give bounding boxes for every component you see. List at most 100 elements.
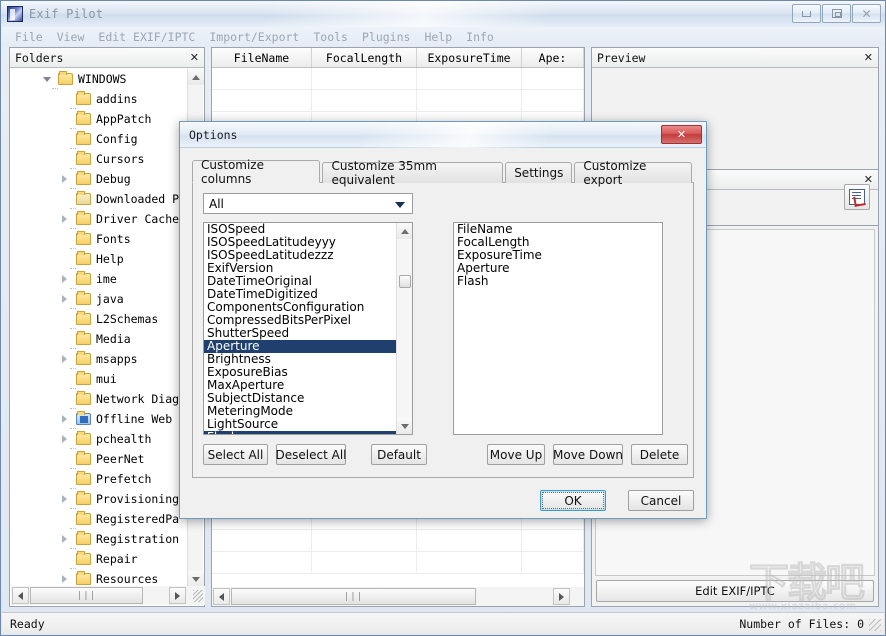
folder-tree-item[interactable]: WINDOWS [11, 69, 188, 89]
file-list-row[interactable] [212, 552, 584, 574]
tab-customize-columns[interactable]: Customize columns [192, 160, 320, 183]
window-resize-grip[interactable] [869, 619, 881, 631]
move-down-button[interactable]: Move Down [553, 444, 623, 465]
folder-tree-item[interactable]: RegisteredPa [11, 509, 188, 529]
delete-button[interactable]: Delete [631, 444, 688, 465]
folder-tree-item[interactable]: Fonts [11, 229, 188, 249]
folder-tree-item[interactable]: Downloaded P [11, 189, 188, 209]
folder-tree-item[interactable]: Config [11, 129, 188, 149]
cancel-button[interactable]: Cancel [628, 490, 694, 511]
folder-tree-item[interactable]: Offline Web [11, 409, 188, 429]
file-list-column-header[interactable]: FileName [212, 48, 312, 67]
available-scroll-down-icon[interactable] [397, 418, 413, 434]
folder-tree-item[interactable]: Resources [11, 569, 188, 587]
menu-item-info[interactable]: Info [459, 28, 501, 46]
menu-item-tools[interactable]: Tools [306, 28, 355, 46]
minimize-button[interactable] [792, 4, 821, 23]
folders-panel-close-icon[interactable]: ✕ [190, 51, 199, 64]
edit-exif-tool-button[interactable] [844, 184, 870, 210]
folder-tree-item[interactable]: Repair [11, 549, 188, 569]
menu-item-plugins[interactable]: Plugins [355, 28, 417, 46]
folder-icon [76, 153, 91, 165]
folder-tree[interactable]: WINDOWSaddinsAppPatchConfigCursorsDebugD… [11, 69, 188, 587]
selected-columns-listbox[interactable]: FileNameFocalLengthExposureTimeApertureF… [453, 222, 663, 435]
file-list-row[interactable] [212, 530, 584, 552]
tab-settings[interactable]: Settings [505, 162, 572, 183]
folder-tree-item[interactable]: Network Diag [11, 389, 188, 409]
available-columns-scrollbar[interactable] [396, 223, 412, 434]
file-hscroll-thumb[interactable]: ||| [231, 588, 476, 605]
scroll-right-arrow-icon[interactable] [169, 587, 186, 604]
available-scroll-up-icon[interactable] [397, 223, 413, 239]
file-list-horizontal-scrollbar[interactable]: ||| [212, 587, 584, 606]
available-columns-listbox[interactable]: ISOSpeedISOSpeedLatitudeyyyISOSpeedLatit… [203, 222, 413, 435]
tree-expand-closed-icon[interactable] [59, 349, 70, 369]
selected-column-item[interactable]: Flash [454, 275, 662, 288]
folder-tree-item[interactable]: java [11, 289, 188, 309]
folder-tree-item[interactable]: Cursors [11, 149, 188, 169]
file-list-column-header[interactable]: ExposureTime [417, 48, 522, 67]
select-all-button[interactable]: Select All [203, 444, 268, 465]
tab-customize-export[interactable]: Customize export [574, 162, 692, 183]
tree-expand-closed-icon[interactable] [59, 489, 70, 509]
folder-tree-item[interactable]: Driver Cache [11, 209, 188, 229]
deselect-all-button[interactable]: Deselect All [276, 444, 346, 465]
folder-tree-item[interactable]: Debug [11, 169, 188, 189]
tree-expand-closed-icon[interactable] [59, 209, 70, 229]
folder-icon [76, 93, 91, 105]
scroll-up-arrow-icon[interactable] [188, 69, 204, 85]
available-column-item[interactable]: Flash [204, 431, 396, 434]
folder-resize-grip[interactable] [193, 590, 203, 602]
folder-tree-item[interactable]: Help [11, 249, 188, 269]
tree-expand-closed-icon[interactable] [59, 169, 70, 189]
scroll-down-arrow-icon[interactable] [188, 571, 204, 587]
available-columns-items[interactable]: ISOSpeedISOSpeedLatitudeyyyISOSpeedLatit… [204, 223, 396, 434]
default-button[interactable]: Default [371, 444, 427, 465]
tree-expand-closed-icon[interactable] [59, 409, 70, 429]
move-up-button[interactable]: Move Up [487, 444, 545, 465]
tree-expand-open-icon[interactable] [41, 69, 52, 89]
tab-customize-35mm-equivalent[interactable]: Customize 35mm equivalent [322, 162, 503, 183]
folder-tree-horizontal-scrollbar[interactable]: ||| [11, 586, 205, 605]
folder-tree-item[interactable]: addins [11, 89, 188, 109]
options-dialog-close-button[interactable]: ✕ [661, 125, 702, 144]
folder-tree-item-label: RegisteredPa [96, 512, 179, 526]
menu-item-import-export[interactable]: Import/Export [202, 28, 306, 46]
ok-button[interactable]: OK [540, 490, 606, 511]
tree-expand-closed-icon[interactable] [59, 529, 70, 549]
file-scroll-right-arrow-icon[interactable] [553, 588, 570, 605]
menu-item-edit-exif-iptc[interactable]: Edit EXIF/IPTC [91, 28, 202, 46]
tree-expand-closed-icon[interactable] [59, 429, 70, 449]
folder-tree-item[interactable]: Provisioning [11, 489, 188, 509]
folder-tree-item[interactable]: Registration [11, 529, 188, 549]
tree-expand-closed-icon[interactable] [59, 569, 70, 587]
folder-tree-item[interactable]: msapps [11, 349, 188, 369]
tree-expand-closed-icon[interactable] [59, 269, 70, 289]
folder-tree-item[interactable]: Media [11, 329, 188, 349]
folder-tree-item[interactable]: AppPatch [11, 109, 188, 129]
category-filter-combo[interactable]: All [203, 193, 413, 214]
file-scroll-left-arrow-icon[interactable] [213, 588, 230, 605]
file-list-row[interactable] [212, 68, 584, 90]
close-button[interactable]: ✕ [852, 4, 881, 23]
maximize-button[interactable] [822, 4, 851, 23]
file-list-column-header[interactable]: FocalLength [312, 48, 417, 67]
folder-hscroll-thumb[interactable]: ||| [30, 587, 143, 604]
folder-tree-item[interactable]: pchealth [11, 429, 188, 449]
selected-columns-items[interactable]: FileNameFocalLengthExposureTimeApertureF… [454, 223, 662, 434]
preview-panel-close-icon[interactable]: ✕ [864, 51, 873, 64]
folder-tree-item[interactable]: PeerNet [11, 449, 188, 469]
tree-expand-closed-icon[interactable] [59, 289, 70, 309]
scroll-left-arrow-icon[interactable] [12, 587, 29, 604]
menu-item-file[interactable]: File [8, 28, 50, 46]
menu-item-view[interactable]: View [50, 28, 92, 46]
folder-tree-item[interactable]: ime [11, 269, 188, 289]
file-list-row[interactable] [212, 90, 584, 112]
file-list-column-header[interactable]: Ape: [522, 48, 584, 67]
menu-item-help[interactable]: Help [417, 28, 459, 46]
edit-exif-iptc-button[interactable]: Edit EXIF/IPTC [596, 580, 874, 602]
folder-tree-item[interactable]: Prefetch [11, 469, 188, 489]
folder-tree-item[interactable]: mui [11, 369, 188, 389]
available-scroll-thumb[interactable] [399, 275, 411, 288]
folder-tree-item[interactable]: L2Schemas [11, 309, 188, 329]
